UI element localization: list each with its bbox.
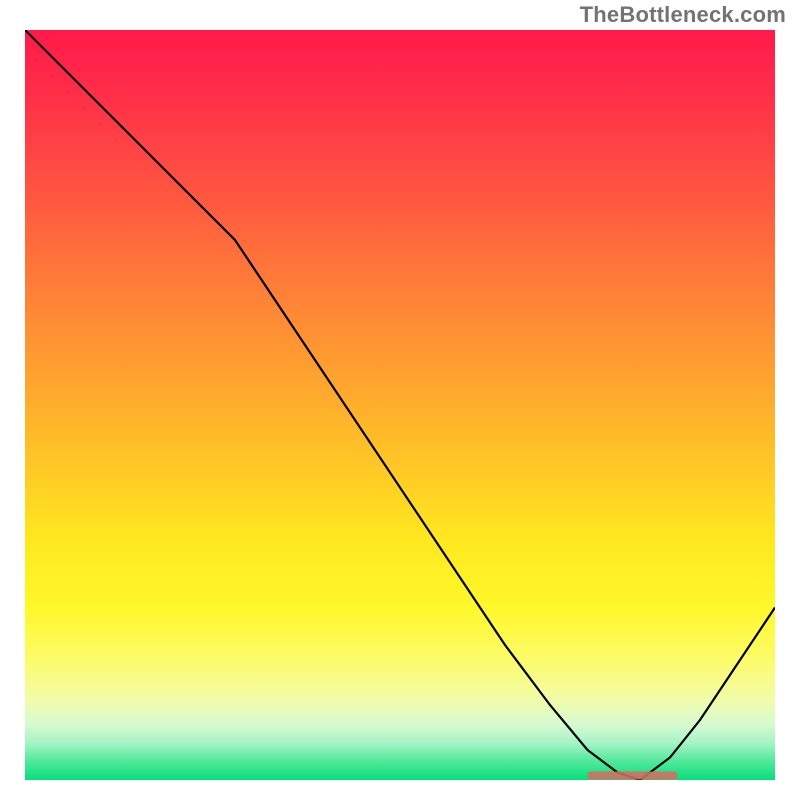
chart-svg [25,30,775,780]
watermark-text: TheBottleneck.com [580,2,786,28]
chart-plot-area [25,30,775,780]
bottleneck-curve [25,30,775,780]
